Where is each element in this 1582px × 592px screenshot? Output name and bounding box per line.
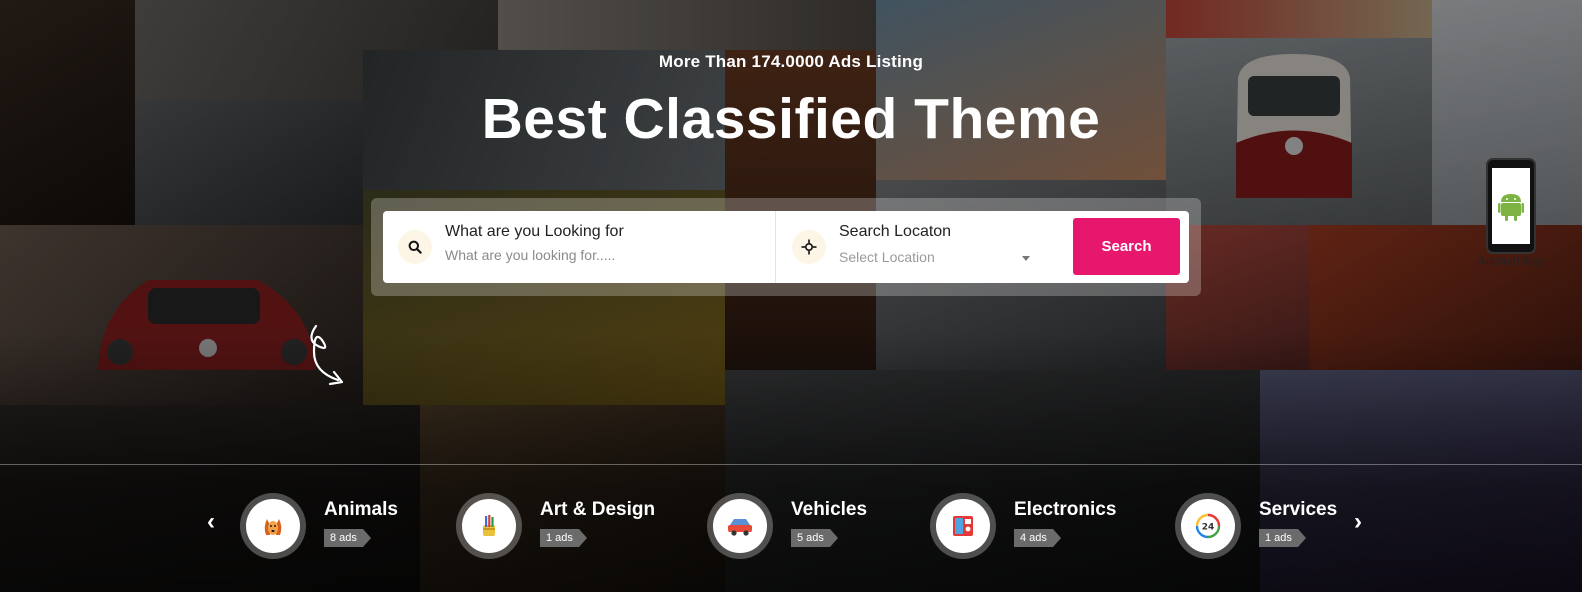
chevron-right-icon[interactable]: › (1348, 510, 1368, 534)
category-icon-ring: 24 (1175, 493, 1241, 559)
category-icon-ring (456, 493, 522, 559)
search-button[interactable]: Search (1073, 218, 1180, 275)
category-name: Electronics (1014, 499, 1117, 520)
android-icon (1492, 168, 1530, 244)
services-icon: 24 (1181, 499, 1235, 553)
art-design-icon (462, 499, 516, 553)
electronics-icon (936, 499, 990, 553)
location-select[interactable]: Select Location (839, 249, 935, 265)
category-icon-ring (707, 493, 773, 559)
hero-title: Best Classified Theme (481, 87, 1101, 151)
category-count-badge: 8 ads (324, 529, 371, 547)
category-icon-ring (240, 493, 306, 559)
search-icon (398, 230, 432, 264)
category-name: Vehicles (791, 499, 868, 520)
curly-arrow-icon (310, 324, 344, 386)
crosshair-icon (792, 230, 826, 264)
animals-icon (246, 499, 300, 553)
chevron-left-icon[interactable]: ‹ (201, 510, 221, 534)
location-field[interactable]: Search Locaton Select Location (777, 211, 1073, 283)
search-form: What are you Looking for Search Locaton … (383, 211, 1189, 283)
android-app-badge[interactable]: Android App (1478, 158, 1576, 272)
hero-subtitle: More Than 174.0000 Ads Listing (658, 52, 924, 71)
category-count-badge: 1 ads (1259, 529, 1306, 547)
android-app-label: Android App (1478, 254, 1544, 268)
keyword-field[interactable]: What are you Looking for (383, 211, 776, 283)
category-name: Animals (324, 499, 398, 520)
chevron-down-icon[interactable] (1022, 256, 1030, 261)
keyword-label: What are you Looking for (445, 223, 624, 240)
bottom-gradient (0, 332, 1582, 592)
category-count-badge: 5 ads (791, 529, 838, 547)
category-name: Services (1259, 499, 1338, 520)
search-panel: What are you Looking for Search Locaton … (371, 198, 1201, 296)
category-icon-ring (930, 493, 996, 559)
vehicles-icon (713, 499, 767, 553)
category-divider (0, 464, 1582, 465)
phone-mockup (1486, 158, 1536, 254)
category-count-badge: 1 ads (540, 529, 587, 547)
category-count-badge: 4 ads (1014, 529, 1061, 547)
svg-text:24: 24 (1202, 523, 1215, 533)
keyword-input[interactable] (445, 247, 745, 263)
location-label: Search Locaton (839, 223, 952, 240)
category-name: Art & Design (540, 499, 656, 520)
